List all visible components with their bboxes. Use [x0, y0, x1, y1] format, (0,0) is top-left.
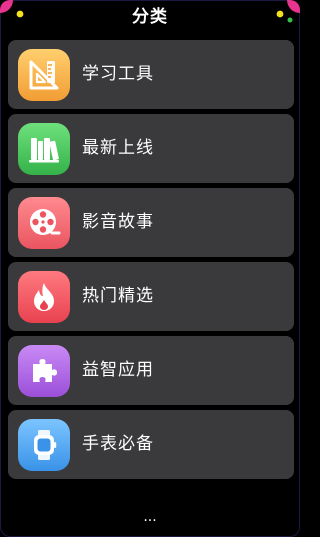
category-icon-box [18, 123, 70, 175]
category-label: 最新上线 [82, 138, 154, 158]
page-title: 分类 [132, 7, 168, 27]
category-label: 手表必备 [82, 434, 154, 454]
category-item-hot-picks[interactable]: 热门精选 [8, 262, 294, 331]
category-label: 影音故事 [82, 212, 154, 232]
puzzle-icon [33, 359, 57, 382]
category-icon-box [18, 197, 70, 249]
category-item-watch-essentials[interactable]: 手表必备 [8, 410, 294, 479]
category-label: 热门精选 [82, 286, 154, 306]
confetti-decoration-right [276, 0, 300, 23]
ruler-triangle-icon [29, 60, 59, 90]
category-label: 益智应用 [82, 360, 154, 380]
category-icon-box [18, 345, 70, 397]
category-item-study-tools[interactable]: 学习工具 [8, 40, 294, 109]
film-reel-icon [30, 209, 61, 235]
header: 分类 [0, 0, 300, 36]
category-list: 学习工具 最新上线 影音故事 热门精选 益智应用 手表必备 [8, 40, 294, 484]
category-icon-box [18, 271, 70, 323]
category-item-av-stories[interactable]: 影音故事 [8, 188, 294, 257]
more-indicator: ... [143, 509, 157, 525]
books-icon [29, 138, 59, 163]
category-icon-box [18, 419, 70, 471]
category-label: 学习工具 [82, 64, 154, 84]
category-icon-box [18, 49, 70, 101]
watch-icon [34, 430, 57, 460]
flame-icon [34, 283, 54, 311]
category-item-new-releases[interactable]: 最新上线 [8, 114, 294, 183]
category-item-puzzle-apps[interactable]: 益智应用 [8, 336, 294, 405]
app-screen: 分类 学习工具 最新上线 影音故事 热门精选 益智应用 手表必备 ... [0, 0, 300, 537]
